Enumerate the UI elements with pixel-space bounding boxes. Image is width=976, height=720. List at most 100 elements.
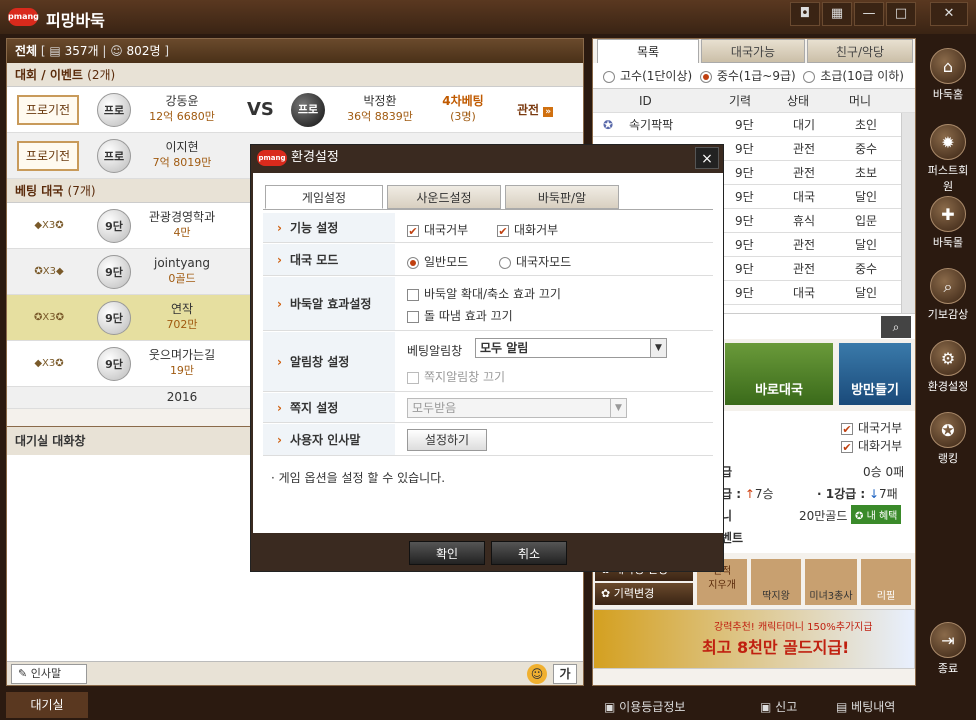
sidebar-item-settings[interactable]: ⚙ 환경설정	[924, 336, 972, 406]
player-mode-radio[interactable]: 대국자모드	[499, 253, 571, 270]
player-name: 박정환 36억 8839만	[347, 94, 413, 123]
tab-sound-settings[interactable]: 사운드설정	[387, 185, 501, 209]
stone-icon: 프로	[97, 93, 131, 127]
medal-icon: ✪	[930, 412, 966, 448]
beauty-button[interactable]: 미녀3총사	[805, 559, 857, 605]
tab-list[interactable]: 목록	[597, 39, 699, 63]
reject-chat-checkbox[interactable]: ✔ 대화거부	[497, 221, 558, 238]
sidebar-item-first[interactable]: ✹ 퍼스트회원	[924, 120, 972, 193]
tab-board-settings[interactable]: 바둑판/알	[505, 185, 619, 209]
medal-icon: ✪X3✪	[34, 312, 64, 323]
medal-icon: ✪X3◆	[34, 266, 64, 277]
close-button[interactable]: ✕	[930, 2, 968, 26]
room-count: 357개	[64, 44, 99, 58]
report-link[interactable]: ▣ 신고	[760, 698, 797, 715]
stone-icon: 9단	[97, 347, 131, 381]
normal-mode-radio[interactable]: 일반모드	[407, 253, 468, 270]
footer: ▣ 이용등급정보 ▣ 신고 ▤ 베팅내역	[600, 694, 920, 718]
pro-match-button[interactable]: 프로기전	[17, 95, 79, 125]
dialog-body: 게임설정 사운드설정 바둑판/알 기능 설정 ✔대국거부 ✔대화거부 대국 모드…	[253, 173, 723, 533]
user-icon: ✪	[603, 118, 614, 132]
settings-dialog: pmang 환경설정 × 게임설정 사운드설정 바둑판/알 기능 설정 ✔대국거…	[250, 144, 724, 572]
dialog-title: 환경설정	[291, 150, 339, 165]
user-list-scrollbar[interactable]	[901, 113, 915, 313]
font-button[interactable]: 가	[553, 664, 577, 684]
ok-button[interactable]: 확인	[409, 541, 485, 565]
exit-icon: ⇥	[930, 622, 966, 658]
medal-icon: ◆X3✪	[34, 358, 64, 369]
screenshot-icon[interactable]: ◘	[790, 2, 820, 26]
sidebar-item-ranking[interactable]: ✪ 랭킹	[924, 408, 972, 478]
greet-button[interactable]: ✎ 인사말	[11, 664, 87, 684]
chat-input-bar: ✎ 인사말 ☺ 가	[7, 661, 583, 685]
pro-match-button[interactable]: 프로기전	[17, 141, 79, 171]
maximize-button[interactable]: □	[886, 2, 916, 26]
memo-alert-checkbox[interactable]: 쪽지알림창 끄기	[407, 368, 505, 385]
tab-available[interactable]: 대국가능	[701, 39, 805, 63]
sidebar: ⌂ 바둑홈 ✹ 퍼스트회원 ✚ 바둑몰 ⌕ 기보감상 ⚙ 환경설정 ✪ 랭킹 ⇥ 종료	[920, 38, 976, 718]
memo-select[interactable]: 모두받음 ▼	[407, 398, 627, 418]
sidebar-item-mall[interactable]: ✚ 바둑몰	[924, 192, 972, 262]
grade-info-link[interactable]: ▣ 이용등급정보	[604, 698, 685, 715]
filter-low[interactable]: 초급(10급 이하)	[803, 69, 904, 83]
player-name: 웃으며가는길 19만	[148, 348, 216, 377]
room-list-header: 전체 [ ▤ 357개 | ☺ 802명 ]	[7, 39, 583, 63]
magnifier-icon: ⌕	[930, 268, 966, 304]
gear-icon: ⚙	[930, 340, 966, 376]
events-header: 대회 / 이벤트 (2개)	[7, 63, 583, 87]
benefit-button[interactable]: ✪ 내 혜택	[851, 505, 902, 524]
sidebar-item-records[interactable]: ⌕ 기보감상	[924, 264, 972, 334]
tab-game-settings[interactable]: 게임설정	[265, 185, 383, 209]
reject-game-checkbox[interactable]: ✔ 대국거부	[407, 221, 468, 238]
cancel-button[interactable]: 취소	[491, 541, 567, 565]
alert-setting: 알림창 설정 베팅알림창 모두 알림▼ 쪽지알림창 끄기	[263, 332, 713, 392]
grid-icon[interactable]: ▦	[822, 2, 852, 26]
player-name: 연작 702만	[166, 302, 198, 331]
memo-setting: 쪽지 설정 모두받음▼	[263, 393, 713, 423]
stone-icon: 9단	[97, 255, 131, 289]
sidebar-item-home[interactable]: ⌂ 바둑홈	[924, 44, 972, 114]
refill-button[interactable]: 리필	[861, 559, 911, 605]
filter-high[interactable]: 고수(1단이상)	[603, 69, 692, 83]
capture-effect-checkbox[interactable]: 돌 따냄 효과 끄기	[407, 307, 513, 324]
bet-history-link[interactable]: ▤ 베팅내역	[836, 698, 895, 715]
stone-icon: 프로	[97, 139, 131, 173]
bet-alert-select[interactable]: 모두 알림 ▼	[475, 338, 667, 358]
player-name: 강동윤 12억 6680만	[149, 94, 215, 123]
watch-button[interactable]: 관전 »	[517, 101, 554, 118]
emoticon-icon[interactable]: ☺	[527, 664, 547, 684]
tab-friends[interactable]: 친구/악당	[807, 39, 913, 63]
make-room-button[interactable]: 방만들기	[839, 343, 911, 405]
dialog-note: · 게임 옵션을 설정 할 수 있습니다.	[271, 471, 446, 485]
ad-banner[interactable]: 강력추천! 캐릭터머니 150%추가지급 최고 8천만 골드지급!	[593, 609, 915, 669]
stone-icon: 9단	[97, 209, 131, 243]
change-rank-button[interactable]: ✿ 기력변경	[595, 583, 693, 605]
opt-reject-game[interactable]: ✔ 대국거부	[841, 419, 902, 436]
user-row[interactable]: ✪ 속기팍팍 9단 대기 초인	[593, 113, 915, 137]
pmang-logo: pmang	[8, 8, 39, 26]
fan-icon: ✹	[930, 124, 966, 160]
event-row[interactable]: 프로기전 프로 강동윤 12억 6680만 VS 프로 박정환 36억 8839만 …	[7, 87, 583, 133]
player-name: 관광경영학과 4만	[148, 210, 216, 239]
gift-icon: ✚	[930, 196, 966, 232]
medal-icon: ◆X3✪	[34, 220, 64, 231]
chevron-down-icon: ▼	[610, 399, 626, 417]
mode-setting: 대국 모드 일반모드 대국자모드	[263, 244, 713, 276]
home-icon: ⌂	[930, 48, 966, 84]
search-icon[interactable]: ⌕	[881, 316, 911, 338]
app-title: 피망바둑	[46, 11, 105, 30]
bet-info: 4차베팅 (3명)	[442, 94, 484, 123]
set-greeting-button[interactable]: 설정하기	[407, 429, 487, 451]
greeting-setting: 사용자 인사말 설정하기	[263, 424, 713, 456]
lobby-tab[interactable]: 대기실	[6, 692, 88, 718]
minimize-button[interactable]: —	[854, 2, 884, 26]
ddakji-button[interactable]: 딱지왕	[751, 559, 801, 605]
quick-match-button[interactable]: 바로대국	[725, 343, 833, 405]
opt-reject-chat[interactable]: ✔ 대화거부	[841, 437, 902, 454]
filter-mid[interactable]: 중수(1급~9급)	[699, 69, 796, 83]
chevron-down-icon: ▼	[650, 339, 666, 357]
close-icon[interactable]: ×	[695, 147, 719, 169]
player-name: 이지현 7억 8019만	[152, 140, 212, 169]
zoom-effect-checkbox[interactable]: 바둑알 확대/축소 효과 끄기	[407, 285, 561, 302]
sidebar-item-exit[interactable]: ⇥ 종료	[924, 618, 972, 688]
